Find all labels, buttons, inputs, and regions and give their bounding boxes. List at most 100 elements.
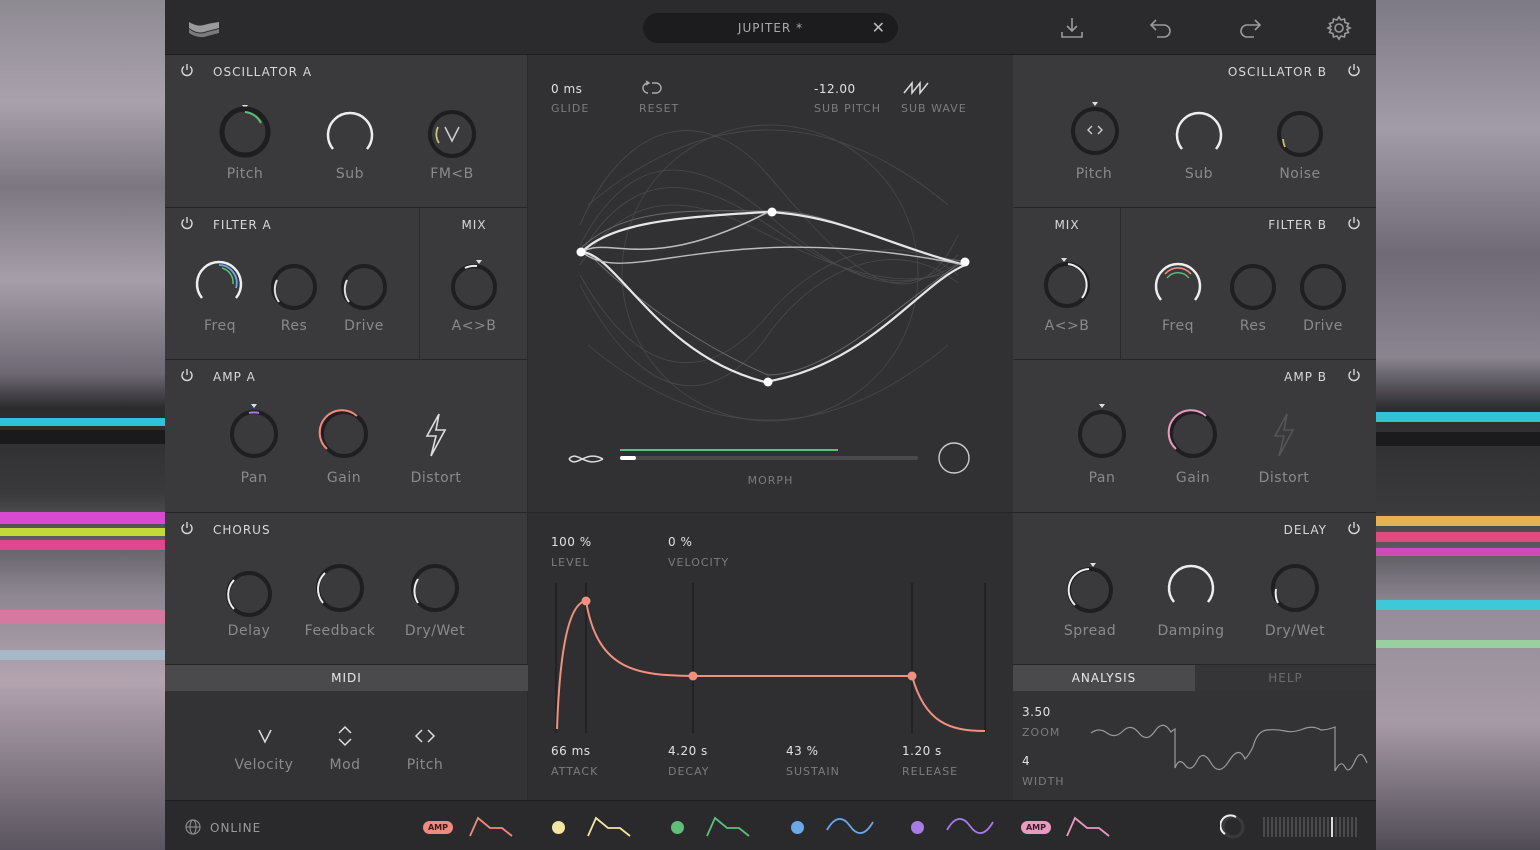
mod-envelope-icon[interactable]	[705, 814, 753, 838]
knob-label: Gain	[1175, 470, 1211, 486]
amp-badge[interactable]: AMP	[1021, 821, 1051, 834]
fm-knob[interactable]	[425, 107, 479, 161]
spread-knob[interactable]	[1063, 563, 1117, 617]
mod-envelope-icon[interactable]	[468, 814, 516, 838]
sub-pitch-label: SUB PITCH	[814, 102, 881, 115]
dry-wet-knob[interactable]	[408, 561, 462, 615]
gear-icon[interactable]	[1325, 14, 1353, 42]
status-label: ONLINE	[210, 821, 262, 835]
power-icon[interactable]	[1347, 63, 1361, 77]
mod-dot-green[interactable]	[671, 821, 684, 834]
panel-title: DELAY	[1283, 523, 1327, 537]
sub-knob[interactable]	[1172, 107, 1226, 161]
morph-slider-fill	[620, 456, 636, 460]
dry-wet-knob[interactable]	[1268, 561, 1322, 615]
power-icon[interactable]	[180, 63, 194, 77]
res-knob[interactable]	[267, 260, 321, 314]
mod-envelope-icon[interactable]	[586, 814, 634, 838]
oscilloscope-display	[1090, 724, 1368, 772]
envelope-section: 100 % LEVEL 0 % VELOCITY 66 ms ATTACK 4.…	[528, 513, 1013, 800]
mod-envelope-icon[interactable]	[1065, 814, 1113, 838]
attack-value[interactable]: 66 ms	[551, 744, 591, 758]
mod-icon[interactable]	[336, 725, 354, 747]
lightning-icon[interactable]	[1257, 408, 1311, 462]
sub-knob[interactable]	[323, 107, 377, 161]
wavetable-display[interactable]	[568, 115, 978, 435]
lightning-icon[interactable]	[409, 408, 463, 462]
damping-knob[interactable]	[1164, 560, 1218, 614]
knob-label: Dry/Wet	[404, 623, 466, 639]
mod-dot-purple[interactable]	[911, 821, 924, 834]
velocity-value[interactable]: 0 %	[668, 535, 692, 549]
mix-knob[interactable]	[447, 260, 501, 314]
mod-dot-yellow[interactable]	[552, 821, 565, 834]
gain-knob[interactable]	[317, 407, 371, 461]
lfo-wave-icon[interactable]	[945, 814, 995, 838]
mod-dot-blue[interactable]	[791, 821, 804, 834]
pan-knob[interactable]	[227, 404, 281, 458]
close-icon[interactable]: ✕	[872, 18, 886, 37]
knob-label: A<>B	[451, 318, 497, 334]
knob-label: Gain	[326, 470, 362, 486]
morph-mod-button[interactable]	[937, 441, 971, 475]
release-value[interactable]: 1.20 s	[902, 744, 942, 758]
velocity-icon[interactable]	[256, 727, 274, 745]
tab-help[interactable]: HELP	[1195, 665, 1376, 691]
loop-icon[interactable]	[638, 80, 666, 96]
panel-title: MIX	[1054, 218, 1080, 232]
pan-knob[interactable]	[1075, 404, 1129, 458]
undo-icon[interactable]	[1147, 14, 1175, 42]
amp-a-panel: AMP A Pan Gain Distort	[165, 360, 528, 513]
freq-knob[interactable]	[192, 256, 246, 310]
power-icon[interactable]	[180, 216, 194, 230]
sub-pitch-value[interactable]: -12.00	[814, 82, 856, 96]
redo-icon[interactable]	[1236, 14, 1264, 42]
sub-wave-label: SUB WAVE	[901, 102, 967, 115]
width-value[interactable]: 4	[1022, 754, 1030, 768]
power-icon[interactable]	[180, 368, 194, 382]
preset-selector[interactable]: JUPITER * ✕	[643, 13, 898, 43]
center-section: 0 ms GLIDE RESET -12.00 SUB PITCH SUB WA…	[528, 55, 1013, 800]
knob-label: Feedback	[304, 623, 376, 639]
release-label: RELEASE	[902, 765, 959, 778]
tab-analysis[interactable]: ANALYSIS	[1013, 665, 1195, 691]
level-value[interactable]: 100 %	[551, 535, 592, 549]
amp-b-panel: AMP B Pan Gain Distort	[1013, 360, 1376, 513]
mix-knob[interactable]	[1040, 258, 1094, 312]
sustain-label: SUSTAIN	[786, 765, 840, 778]
feedback-knob[interactable]	[313, 561, 367, 615]
download-icon[interactable]	[1058, 14, 1086, 42]
knob-label: Distort	[410, 470, 462, 486]
reset-label[interactable]: RESET	[639, 102, 679, 115]
midi-header[interactable]: MIDI	[165, 665, 528, 691]
power-icon[interactable]	[1347, 368, 1361, 382]
sustain-value[interactable]: 43 %	[786, 744, 819, 758]
res-knob[interactable]	[1226, 260, 1280, 314]
decay-value[interactable]: 4.20 s	[668, 744, 708, 758]
amp-badge[interactable]: AMP	[423, 821, 453, 834]
delay-knob[interactable]	[222, 567, 276, 621]
panel-title: FILTER A	[213, 218, 272, 232]
zoom-label: ZOOM	[1022, 726, 1061, 739]
sawtooth-icon[interactable]	[902, 81, 930, 95]
drive-knob[interactable]	[337, 260, 391, 314]
gain-knob[interactable]	[1166, 407, 1220, 461]
glide-value[interactable]: 0 ms	[551, 82, 582, 96]
chorus-panel: CHORUS Delay Feedback Dry/Wet	[165, 513, 528, 665]
zoom-value[interactable]: 3.50	[1022, 705, 1051, 719]
volume-knob[interactable]	[1220, 814, 1246, 840]
panel-title: FILTER B	[1268, 218, 1327, 232]
power-icon[interactable]	[1347, 216, 1361, 230]
lfo-wave-icon[interactable]	[825, 814, 875, 838]
power-icon[interactable]	[1347, 521, 1361, 535]
drive-knob[interactable]	[1296, 260, 1350, 314]
knob-label: Dry/Wet	[1264, 623, 1326, 639]
pitch-knob[interactable]	[1068, 102, 1122, 156]
noise-knob[interactable]	[1273, 107, 1327, 161]
pitch-knob[interactable]	[218, 105, 272, 159]
power-icon[interactable]	[180, 521, 194, 535]
envelope-graph[interactable]	[550, 583, 990, 733]
freq-knob[interactable]	[1151, 258, 1205, 312]
morph-slider[interactable]	[620, 447, 920, 463]
pitch-icon[interactable]	[414, 727, 436, 745]
